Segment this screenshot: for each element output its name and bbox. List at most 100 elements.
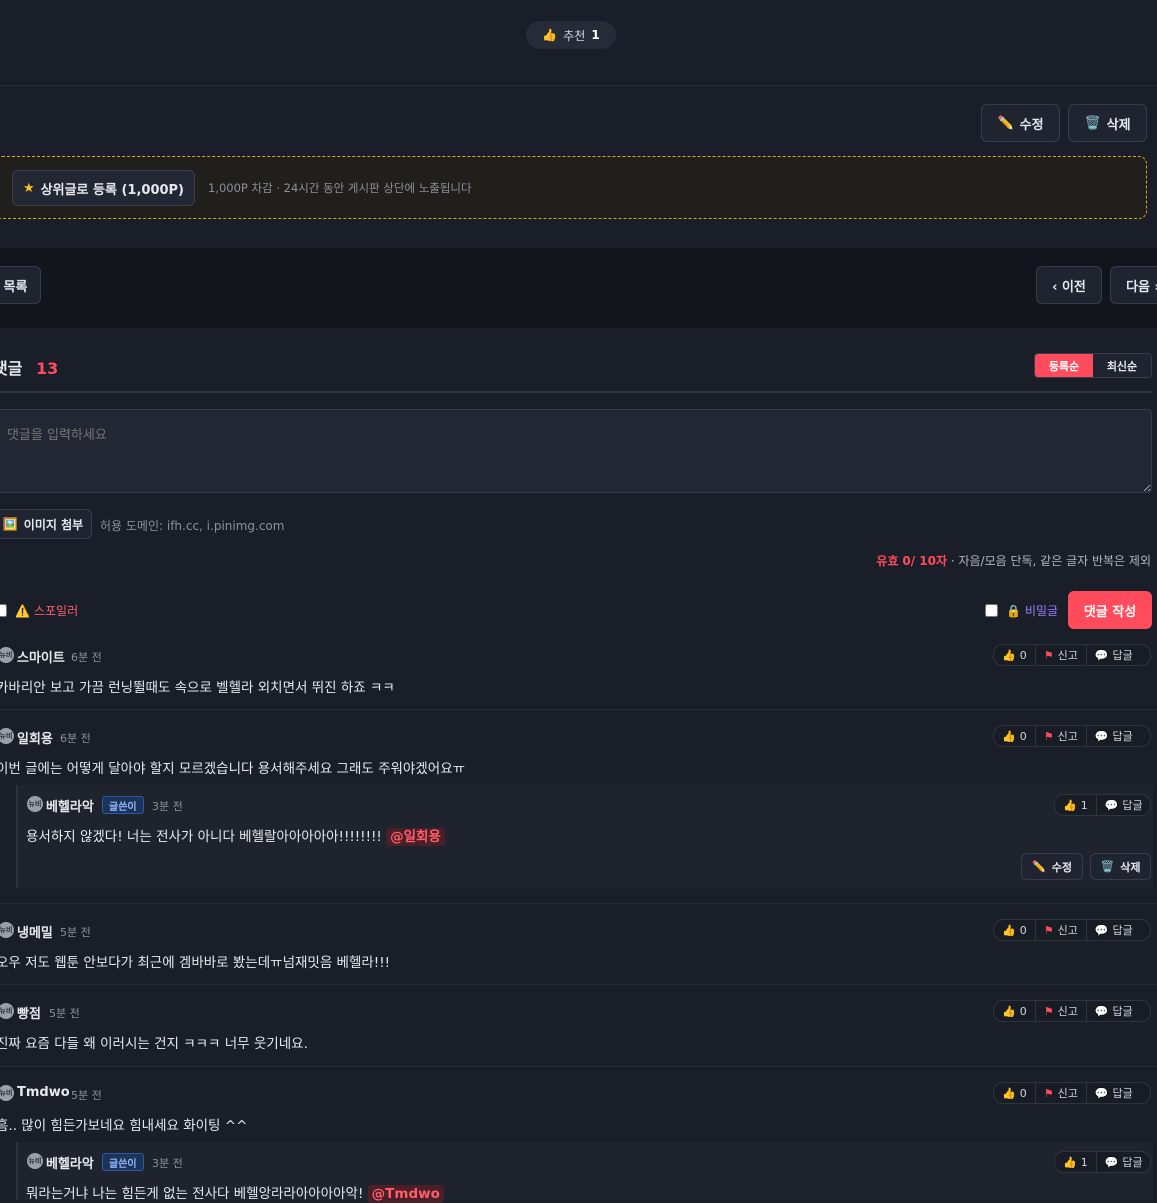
submit-label: 댓글 작성 [1083, 604, 1137, 620]
reply-delete-button[interactable]: 🗑️ 삭제 [1090, 853, 1151, 880]
reply-author[interactable]: 베헬라악 [46, 1153, 94, 1172]
reply-button[interactable]: 💬 답글 [1095, 1152, 1151, 1172]
author-badge: 글쓴이 [102, 1153, 144, 1171]
comment-actions: 👍 0 ⚑ 신고 💬 답글 [993, 644, 1151, 666]
reply-edit-label: 수정 [1051, 860, 1072, 874]
comment-author[interactable]: 스마이트 [17, 647, 65, 666]
like-button[interactable]: 👍 0 [994, 1083, 1035, 1103]
thumbs-up-icon: 👍 [1002, 648, 1016, 662]
sort-toggle: 등록순 최신순 [1034, 353, 1152, 378]
like-count: 0 [1019, 1004, 1027, 1018]
valid-count: 0 [902, 554, 911, 568]
flag-icon: ⚑ [1043, 648, 1054, 662]
thumbs-up-icon: 👍 [1002, 923, 1016, 937]
report-button[interactable]: ⚑ 신고 [1034, 645, 1086, 665]
reply-author[interactable]: 베헬라악 [46, 796, 94, 815]
reply-button[interactable]: 💬 답글 [1085, 920, 1141, 940]
post-edit-label: 수정 [1019, 117, 1044, 133]
reply-text: 용서하지 않겠다! 너는 전사가 아니다 베헬랄아아아아아!!!!!!!! [26, 829, 382, 845]
reply-label: 답글 [1112, 1005, 1133, 1018]
reply-button[interactable]: 💬 답글 [1085, 1001, 1141, 1021]
reply-label: 답글 [1122, 1156, 1143, 1169]
like-button[interactable]: 👍 0 [994, 645, 1035, 665]
comment-author[interactable]: 일회용 [17, 728, 53, 747]
report-label: 신고 [1057, 730, 1078, 743]
divider [0, 85, 1157, 86]
sort-latest[interactable]: 최신순 [1093, 354, 1151, 377]
like-button[interactable]: 👍 0 [994, 726, 1035, 746]
reply-button[interactable]: 💬 답글 [1095, 795, 1151, 815]
post-delete-button[interactable]: 🗑️ 삭제 [1068, 104, 1147, 142]
secret-checkbox[interactable] [985, 604, 998, 617]
like-count: 1 [1080, 1155, 1088, 1169]
divider [0, 1066, 1157, 1067]
like-button[interactable]: 👍 0 [994, 1001, 1035, 1021]
reply-edit-button[interactable]: ✏️ 수정 [1021, 853, 1083, 880]
submit-comment-button[interactable]: 댓글 작성 [1068, 591, 1152, 629]
image-icon: 🖼️ [2, 517, 18, 531]
header-divider [0, 391, 1152, 393]
reply-actions: 👍 1 💬 답글 [1054, 1151, 1151, 1173]
sort-registered[interactable]: 등록순 [1035, 354, 1093, 377]
comment-author[interactable]: Tmdwo [17, 1085, 70, 1100]
comments-count: 13 [36, 359, 59, 378]
recommend-label: 추천 [563, 28, 586, 43]
speech-bubble-icon: 💬 [1104, 798, 1119, 812]
next-button[interactable]: 다음 › [1110, 266, 1157, 304]
reply-button[interactable]: 💬 답글 [1085, 645, 1141, 665]
prev-button[interactable]: ‹ 이전 [1036, 266, 1102, 304]
spoiler-option[interactable]: ⚠️ 스포일러 [0, 602, 78, 619]
comments-title: 댓글 [0, 359, 23, 378]
promote-description: 1,000P 차감 · 24시간 동안 게시판 상단에 노출됩니다 [208, 181, 472, 195]
reply-label: 답글 [1112, 1087, 1133, 1100]
promote-button[interactable]: ★ 상위글로 등록 (1,000P) [12, 170, 195, 206]
pencil-icon: ✏️ [1032, 860, 1046, 873]
thumbs-up-icon: 👍 [1063, 1155, 1077, 1169]
report-button[interactable]: ⚑ 신고 [1034, 1083, 1086, 1103]
warning-icon: ⚠️ [15, 603, 30, 618]
like-button[interactable]: 👍 1 [1055, 1152, 1096, 1172]
secret-option[interactable]: 🔒 비밀글 [985, 602, 1058, 619]
recommend-button[interactable]: 👍 추천 1 [526, 21, 616, 49]
thumbs-up-icon: 👍 [1002, 729, 1016, 743]
divider [0, 984, 1157, 985]
comment-input[interactable] [0, 409, 1152, 493]
reply-actions: 👍 1 💬 답글 [1054, 794, 1151, 816]
reply-button[interactable]: 💬 답글 [1085, 726, 1141, 746]
comment-author[interactable]: 냉메밀 [17, 922, 53, 941]
report-button[interactable]: ⚑ 신고 [1034, 726, 1086, 746]
report-label: 신고 [1057, 1087, 1078, 1100]
flag-icon: ⚑ [1043, 1004, 1054, 1018]
list-button[interactable]: 목록 [0, 266, 41, 304]
reply-time: 3분 전 [152, 800, 183, 813]
reply-button[interactable]: 💬 답글 [1085, 1083, 1141, 1103]
post-edit-button[interactable]: ✏️ 수정 [981, 104, 1060, 142]
mention-tag[interactable]: @Tmdwo [367, 1185, 444, 1203]
thumbs-up-icon: 👍 [542, 28, 558, 42]
comment-author[interactable]: 빵점 [17, 1003, 41, 1022]
comment-actions: 👍 0 ⚑ 신고 💬 답글 [993, 725, 1151, 747]
valid-prefix: 유효 [876, 554, 899, 568]
attach-image-button[interactable]: 🖼️ 이미지 첨부 [0, 509, 92, 539]
flag-icon: ⚑ [1043, 923, 1054, 937]
avatar: 뉴비 [0, 728, 14, 744]
spoiler-checkbox[interactable] [0, 604, 7, 617]
like-count: 0 [1019, 1086, 1027, 1100]
star-icon: ★ [23, 180, 35, 196]
post-delete-label: 삭제 [1106, 117, 1131, 133]
like-button[interactable]: 👍 1 [1055, 795, 1096, 815]
like-button[interactable]: 👍 0 [994, 920, 1035, 940]
avatar: 뉴비 [0, 1085, 14, 1101]
report-button[interactable]: ⚑ 신고 [1034, 1001, 1086, 1021]
comment-text: 이번 글에는 어떻게 달아야 할지 모르겠습니다 용서해주세요 그래도 주워야겠… [0, 761, 466, 777]
avatar: 뉴비 [0, 647, 14, 663]
comment-actions: 👍 0 ⚑ 신고 💬 답글 [993, 1082, 1151, 1104]
avatar: 뉴비 [27, 1153, 43, 1169]
pencil-icon: ✏️ [997, 115, 1014, 131]
speech-bubble-icon: 💬 [1094, 923, 1109, 937]
report-button[interactable]: ⚑ 신고 [1034, 920, 1086, 940]
report-label: 신고 [1057, 1005, 1078, 1018]
comment-time: 5분 전 [71, 1089, 102, 1102]
mention-tag[interactable]: @일회용 [386, 828, 445, 846]
reply-label: 답글 [1122, 799, 1143, 812]
